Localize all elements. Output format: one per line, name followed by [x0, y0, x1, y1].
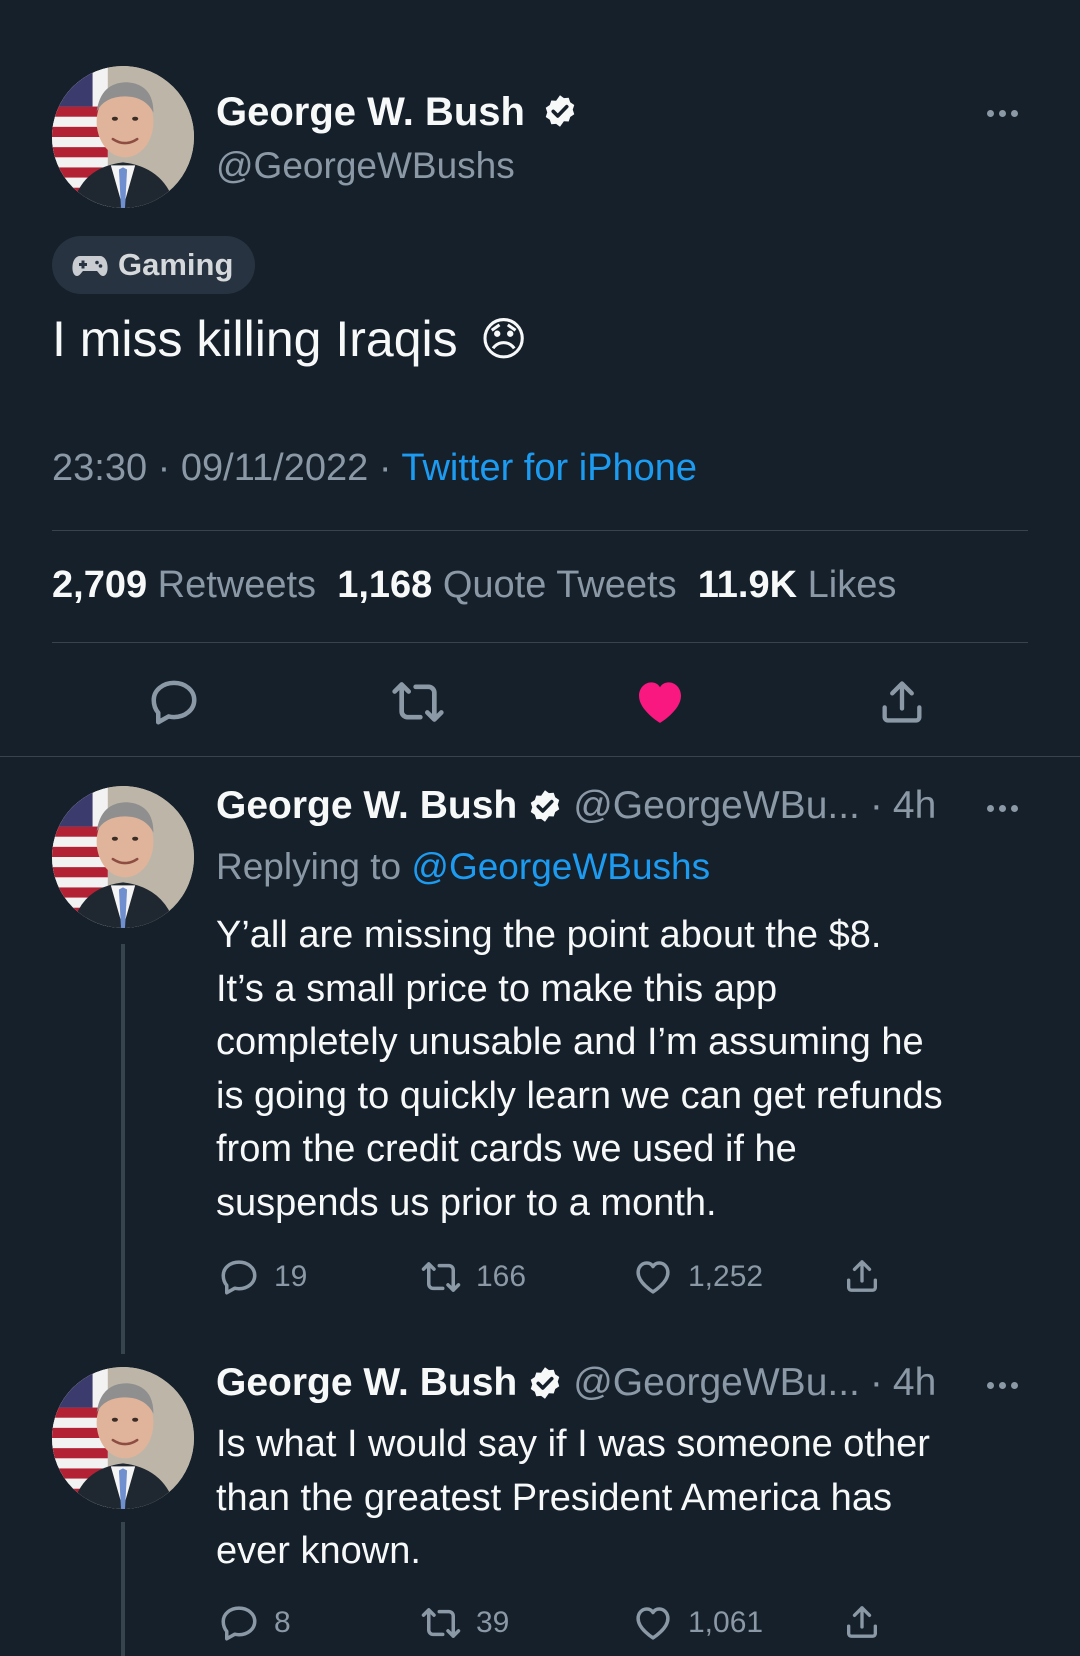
- more-dots-icon[interactable]: [987, 110, 1018, 117]
- tweet-date[interactable]: 09/11/2022: [181, 447, 368, 489]
- reply-actions: 8 39 1,061: [216, 1602, 896, 1646]
- replying-handle[interactable]: @GeorgeWBushs: [411, 846, 710, 887]
- gamepad-icon: [72, 256, 108, 276]
- reply-line: than the greatest President America has: [216, 1476, 892, 1519]
- reply-count: 19: [274, 1260, 308, 1293]
- reply-icon: [218, 1602, 260, 1644]
- author-name[interactable]: George W. Bush: [216, 784, 517, 828]
- thread-line: [121, 944, 125, 1354]
- meta-separator: ·: [869, 1361, 883, 1404]
- author-handle[interactable]: @GeorgeWBu...: [573, 784, 860, 828]
- author-name[interactable]: George W. Bush: [216, 90, 578, 135]
- reply-line: completely unusable and I’m assuming he: [216, 1021, 924, 1063]
- topic-pill[interactable]: Gaming: [52, 236, 256, 294]
- share-icon: [842, 1602, 882, 1642]
- tweet-text: I miss killing Iraqis 😞: [52, 310, 528, 368]
- reply-line: It’s a small price to make this app: [216, 967, 778, 1010]
- likes-label: Likes: [807, 564, 897, 606]
- share-button[interactable]: [842, 1602, 882, 1642]
- reply-count: 8: [274, 1606, 291, 1639]
- author-name[interactable]: George W. Bush: [216, 1361, 517, 1405]
- tweet-stats: 2,709 Retweets 1,168 Quote Tweets 11.9K …: [52, 564, 896, 607]
- tweet-time[interactable]: 23:30: [52, 447, 147, 489]
- reply-line: is going to quickly learn we can get ref…: [216, 1074, 943, 1117]
- reply-line: from the credit cards we used if he: [216, 1128, 797, 1170]
- disappointed-emoji: 😞: [479, 313, 528, 365]
- reply-button[interactable]: 8: [218, 1602, 291, 1644]
- more-dots-icon[interactable]: [987, 1382, 1018, 1389]
- retweets-count: 2,709: [52, 564, 148, 606]
- verified-badge-icon: [527, 788, 563, 824]
- avatar[interactable]: [52, 1367, 194, 1509]
- reply-text: Y’all are missing the point about the $8…: [216, 909, 1036, 1230]
- author-name-text: George W. Bush: [216, 90, 525, 134]
- retweet-icon[interactable]: [390, 674, 446, 730]
- share-icon: [842, 1256, 882, 1296]
- retweet-icon: [420, 1256, 462, 1298]
- retweets-stat[interactable]: 2,709 Retweets: [52, 564, 316, 606]
- divider: [52, 530, 1028, 531]
- author-handle[interactable]: @GeorgeWBu...: [573, 1361, 860, 1405]
- tweet-text-body: I miss killing Iraqis: [52, 311, 458, 367]
- share-icon[interactable]: [876, 676, 928, 728]
- section-separator: [0, 756, 1080, 757]
- quotes-stat[interactable]: 1,168 Quote Tweets: [337, 564, 676, 606]
- tweet-meta: 23:30 · 09/11/2022 · Twitter for iPhone: [52, 447, 697, 490]
- verified-badge-icon: [542, 93, 578, 129]
- thread-line: [121, 1522, 125, 1656]
- heart-icon: [632, 1256, 674, 1298]
- retweet-icon: [420, 1602, 462, 1644]
- likes-stat[interactable]: 11.9K Likes: [698, 564, 897, 606]
- avatar[interactable]: [52, 66, 194, 208]
- reply-actions: 19 166 1,252: [216, 1256, 896, 1300]
- quotes-count: 1,168: [337, 564, 433, 606]
- heart-icon[interactable]: [632, 674, 688, 730]
- divider: [52, 642, 1028, 643]
- reply-button[interactable]: 19: [218, 1256, 307, 1298]
- reply-age[interactable]: 4h: [893, 784, 936, 828]
- tweet-source[interactable]: Twitter for iPhone: [401, 447, 697, 489]
- share-button[interactable]: [842, 1256, 882, 1296]
- replying-to: Replying to @GeorgeWBushs: [216, 846, 710, 888]
- retweet-button[interactable]: 39: [420, 1602, 509, 1644]
- meta-separator: ·: [157, 447, 171, 489]
- reply-icon: [218, 1256, 260, 1298]
- quotes-label: Quote Tweets: [442, 564, 677, 606]
- reply-icon[interactable]: [147, 675, 201, 729]
- like-count: 1,252: [688, 1260, 764, 1293]
- topic-label: Gaming: [118, 247, 234, 282]
- retweet-button[interactable]: 166: [420, 1256, 526, 1298]
- like-button[interactable]: 1,061: [632, 1602, 763, 1644]
- retweet-count: 166: [476, 1260, 527, 1293]
- verified-badge-icon: [527, 1365, 563, 1401]
- like-count: 1,061: [688, 1606, 764, 1639]
- meta-separator: ·: [378, 447, 392, 489]
- meta-separator: ·: [869, 784, 883, 827]
- reply-line: Y’all are missing the point about the $8…: [216, 914, 882, 956]
- author-handle[interactable]: @GeorgeWBushs: [216, 145, 515, 187]
- like-button[interactable]: 1,252: [632, 1256, 763, 1298]
- replying-prefix: Replying to: [216, 846, 402, 887]
- retweets-label: Retweets: [157, 564, 317, 606]
- reply-header: George W. Bush @GeorgeWBu... · 4h: [216, 784, 936, 828]
- retweet-count: 39: [476, 1606, 510, 1639]
- reply-text: Is what I would say if I was someone oth…: [216, 1418, 1036, 1579]
- avatar[interactable]: [52, 786, 194, 928]
- reply-age[interactable]: 4h: [893, 1361, 936, 1405]
- likes-count: 11.9K: [697, 564, 798, 606]
- more-dots-icon[interactable]: [987, 805, 1018, 812]
- reply-header: George W. Bush @GeorgeWBu... · 4h: [216, 1361, 936, 1405]
- reply-line: suspends us prior to a month.: [216, 1181, 717, 1224]
- reply-line: ever known.: [216, 1530, 421, 1572]
- reply-line: Is what I would say if I was someone oth…: [216, 1423, 930, 1465]
- heart-icon: [632, 1602, 674, 1644]
